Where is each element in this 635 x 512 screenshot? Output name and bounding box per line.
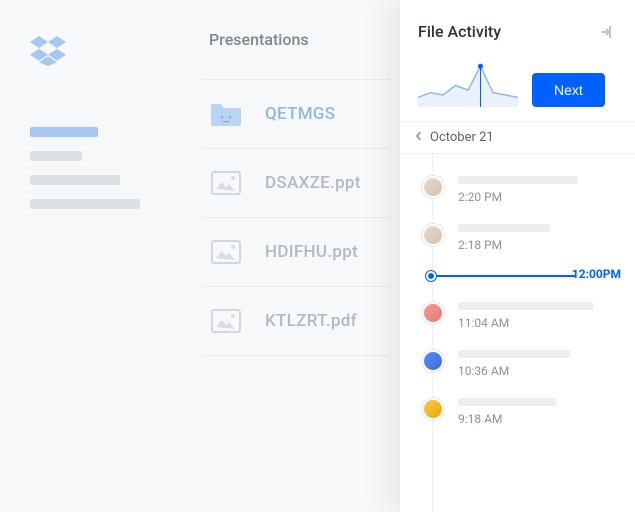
file-row[interactable]: DSAXZE.ppt (201, 148, 390, 217)
nav-item-active[interactable] (30, 127, 98, 137)
panel-title: File Activity (418, 22, 501, 41)
activity-item[interactable]: 11:04 AM (400, 292, 635, 340)
file-row[interactable]: HDIFHU.ppt (201, 217, 390, 286)
activity-item[interactable]: 2:20 PM (400, 166, 635, 214)
activity-time: 2:20 PM (458, 190, 617, 204)
image-file-icon (209, 238, 243, 266)
nav-item[interactable] (30, 199, 140, 209)
activity-panel: File Activity Next October 21 (400, 0, 635, 512)
activity-text-placeholder (458, 176, 578, 184)
collapse-icon[interactable] (599, 23, 617, 41)
activity-text-placeholder (458, 302, 593, 310)
file-list-title: Presentations (201, 30, 390, 49)
nav-item[interactable] (30, 175, 120, 185)
folder-icon (209, 100, 243, 128)
file-row[interactable]: QETMGS (201, 79, 390, 148)
timeline-marker[interactable]: 12:00PM (400, 266, 635, 284)
activity-item[interactable]: 10:36 AM (400, 340, 635, 388)
marker-time: 12:00PM (572, 267, 621, 281)
activity-text-placeholder (458, 398, 556, 406)
date-label: October 21 (430, 130, 494, 145)
activity-item[interactable]: 9:18 AM (400, 388, 635, 436)
image-file-icon (209, 169, 243, 197)
avatar (422, 176, 444, 198)
nav-placeholder (30, 127, 150, 209)
image-file-icon (209, 307, 243, 335)
file-name: KTLZRT.pdf (265, 311, 357, 331)
next-button[interactable]: Next (532, 73, 605, 107)
marker-line (430, 275, 575, 277)
avatar (422, 350, 444, 372)
avatar (422, 398, 444, 420)
marker-dot-icon (426, 271, 436, 281)
file-name: DSAXZE.ppt (265, 173, 361, 193)
activity-time: 11:04 AM (458, 316, 617, 330)
avatar (422, 224, 444, 246)
activity-timeline: 2:20 PM 2:18 PM 12:00PM 11:04 AM 10:36 AM 9:1… (400, 154, 635, 512)
activity-time: 9:18 AM (458, 412, 617, 426)
activity-time: 10:36 AM (458, 364, 617, 378)
activity-text-placeholder (458, 224, 550, 232)
activity-time: 2:18 PM (458, 238, 617, 252)
nav-item[interactable] (30, 151, 82, 161)
activity-item[interactable]: 2:18 PM (400, 214, 635, 262)
activity-text-placeholder (458, 350, 570, 358)
date-navigator[interactable]: October 21 (400, 121, 635, 154)
file-name: QETMGS (265, 104, 335, 124)
dropbox-logo-icon (30, 35, 66, 67)
sidebar (0, 0, 180, 512)
file-list: Presentations QETMGS DSAXZE.ppt HDIFHU.ppt… (180, 0, 400, 512)
chevron-left-icon[interactable] (414, 130, 424, 145)
avatar (422, 302, 444, 324)
file-name: HDIFHU.ppt (265, 242, 358, 262)
file-row[interactable]: KTLZRT.pdf (201, 286, 390, 356)
activity-sparkline (418, 59, 518, 107)
